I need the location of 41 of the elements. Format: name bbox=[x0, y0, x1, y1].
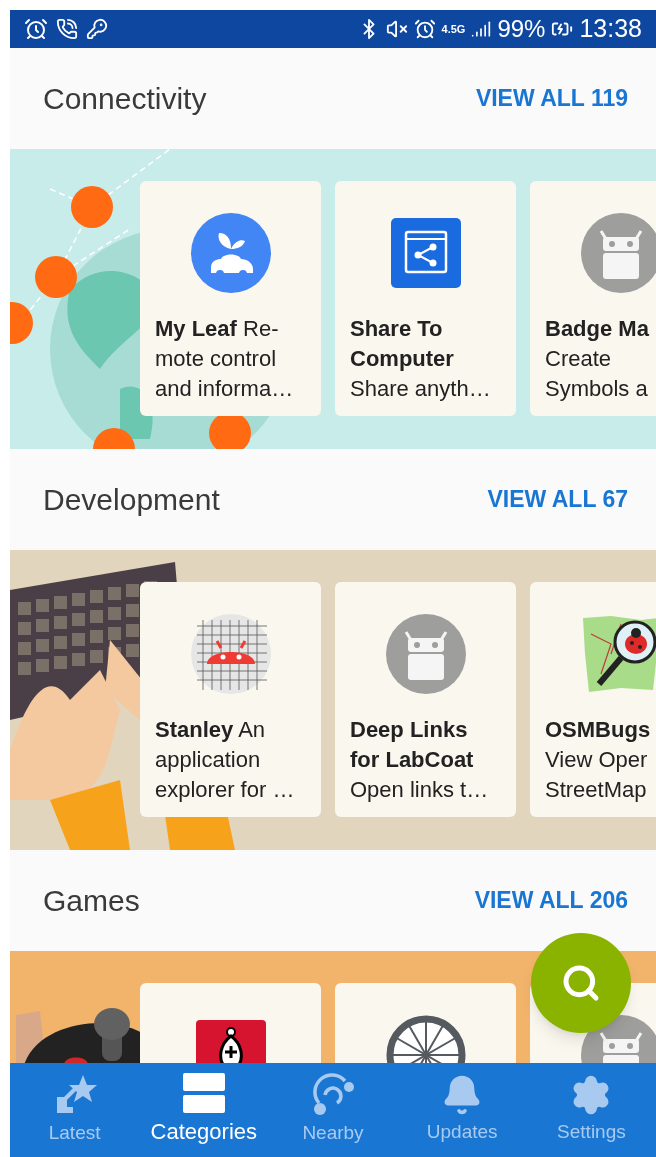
app-card[interactable]: Deep Links for LabCoat Open links t… bbox=[335, 582, 516, 817]
stacked-bars-icon bbox=[182, 1072, 225, 1113]
search-icon bbox=[561, 963, 601, 1003]
app-card[interactable]: OSMBugs View Oper StreetMap bbox=[530, 582, 656, 817]
view-all-link[interactable]: VIEW ALL 67 bbox=[487, 482, 628, 517]
key-icon bbox=[86, 18, 108, 40]
mute-icon bbox=[385, 18, 408, 40]
section-title: Games bbox=[43, 883, 140, 919]
nav-tab[interactable]: Categories bbox=[139, 1063, 269, 1157]
app-card[interactable]: My Leaf Re- mote control and informa… bbox=[140, 181, 321, 416]
alarm-icon bbox=[413, 18, 436, 40]
robot-icon bbox=[580, 213, 656, 293]
nav-tab[interactable]: Latest bbox=[10, 1063, 140, 1157]
app-description: Deep Links for LabCoat Open links t… bbox=[349, 716, 490, 804]
map-magnifier-bug-icon bbox=[580, 614, 656, 694]
grid-robot-icon bbox=[190, 614, 271, 694]
app-card[interactable]: Stanley An application explorer for … bbox=[140, 582, 321, 817]
app-card[interactable]: Share To Computer Share anyth… bbox=[335, 181, 516, 416]
view-all-link[interactable]: VIEW ALL 206 bbox=[474, 883, 628, 918]
battery-percent: 99% bbox=[497, 14, 546, 44]
orbit-icon bbox=[311, 1072, 355, 1117]
alarm-icon bbox=[24, 17, 48, 41]
signal-icon bbox=[471, 19, 492, 39]
clock-time: 13:38 bbox=[579, 13, 642, 45]
app-description: My Leaf Re- mote control and informa… bbox=[154, 315, 295, 403]
app-description: OSMBugs View Oper StreetMap bbox=[544, 716, 652, 804]
nav-tab[interactable]: Updates bbox=[397, 1063, 527, 1157]
app-description: Stanley An application explorer for … bbox=[154, 716, 296, 804]
nav-tab[interactable]: Settings bbox=[526, 1063, 656, 1157]
car-sprout-icon bbox=[190, 213, 271, 293]
app-description: Badge Ma Create Symbols a bbox=[544, 315, 650, 403]
app-description: Share To Computer Share anyth… bbox=[349, 315, 492, 403]
phone-icon bbox=[56, 18, 78, 40]
section-title: Connectivity bbox=[43, 81, 207, 117]
nav-tab[interactable]: Nearby bbox=[268, 1063, 398, 1157]
network-type: 4.5G bbox=[441, 21, 466, 37]
section-title: Development bbox=[43, 482, 220, 518]
share-window-icon bbox=[390, 218, 461, 288]
view-all-link[interactable]: VIEW ALL 119 bbox=[475, 81, 628, 116]
app-card[interactable]: Badge Ma Create Symbols a bbox=[530, 181, 656, 416]
robot-icon bbox=[385, 614, 466, 694]
